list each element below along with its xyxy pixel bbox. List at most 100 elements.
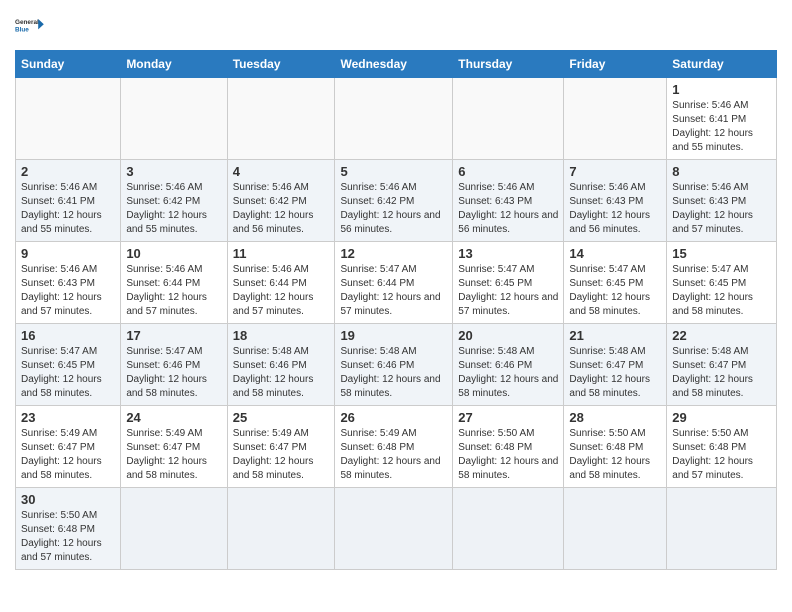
- day-sun-info: Sunrise: 5:50 AMSunset: 6:48 PMDaylight:…: [21, 509, 115, 565]
- day-number: 4: [233, 164, 330, 179]
- calendar-week-row: 16 Sunrise: 5:47 AMSunset: 6:45 PMDayligh…: [16, 324, 777, 406]
- calendar-week-row: 1 Sunrise: 5:46 AMSunset: 6:41 PMDaylight…: [16, 78, 777, 160]
- day-sun-info: Sunrise: 5:46 AMSunset: 6:41 PMDaylight:…: [672, 99, 771, 155]
- day-number: 13: [458, 246, 558, 261]
- calendar-cell: 2 Sunrise: 5:46 AMSunset: 6:41 PMDaylight…: [16, 160, 121, 242]
- calendar-cell: 4 Sunrise: 5:46 AMSunset: 6:42 PMDaylight…: [227, 160, 335, 242]
- day-sun-info: Sunrise: 5:47 AMSunset: 6:45 PMDaylight:…: [672, 263, 771, 319]
- calendar-cell: 3 Sunrise: 5:46 AMSunset: 6:42 PMDaylight…: [121, 160, 227, 242]
- calendar-cell: 6Sunrise: 5:46 AMSunset: 6:43 PMDaylight…: [453, 160, 564, 242]
- day-number: 8: [672, 164, 771, 179]
- day-sun-info: Sunrise: 5:47 AMSunset: 6:46 PMDaylight:…: [126, 345, 221, 401]
- day-sun-info: Sunrise: 5:49 AMSunset: 6:48 PMDaylight:…: [340, 427, 447, 483]
- day-number: 28: [569, 410, 661, 425]
- day-number: 22: [672, 328, 771, 343]
- day-sun-info: Sunrise: 5:48 AMSunset: 6:47 PMDaylight:…: [672, 345, 771, 401]
- day-number: 2: [21, 164, 115, 179]
- day-sun-info: Sunrise: 5:49 AMSunset: 6:47 PMDaylight:…: [233, 427, 330, 483]
- calendar-cell: 5 Sunrise: 5:46 AMSunset: 6:42 PMDaylight…: [335, 160, 453, 242]
- calendar-cell: 12 Sunrise: 5:47 AMSunset: 6:44 PMDayligh…: [335, 242, 453, 324]
- calendar-cell: 19 Sunrise: 5:48 AMSunset: 6:46 PMDayligh…: [335, 324, 453, 406]
- day-number: 6: [458, 164, 558, 179]
- svg-text:Blue: Blue: [15, 26, 29, 33]
- day-number: 19: [340, 328, 447, 343]
- day-sun-info: Sunrise: 5:47 AMSunset: 6:44 PMDaylight:…: [340, 263, 447, 319]
- day-number: 15: [672, 246, 771, 261]
- calendar-cell: 30Sunrise: 5:50 AMSunset: 6:48 PMDayligh…: [16, 488, 121, 570]
- calendar-week-row: 9 Sunrise: 5:46 AMSunset: 6:43 PMDaylight…: [16, 242, 777, 324]
- day-number: 21: [569, 328, 661, 343]
- day-number: 20: [458, 328, 558, 343]
- calendar-cell: 11 Sunrise: 5:46 AMSunset: 6:44 PMDayligh…: [227, 242, 335, 324]
- calendar-cell: [667, 488, 777, 570]
- day-number: 3: [126, 164, 221, 179]
- calendar-cell: 10Sunrise: 5:46 AMSunset: 6:44 PMDayligh…: [121, 242, 227, 324]
- day-sun-info: Sunrise: 5:48 AMSunset: 6:46 PMDaylight:…: [340, 345, 447, 401]
- calendar-cell: 29 Sunrise: 5:50 AMSunset: 6:48 PMDayligh…: [667, 406, 777, 488]
- day-number: 26: [340, 410, 447, 425]
- day-number: 5: [340, 164, 447, 179]
- calendar-cell: [227, 78, 335, 160]
- day-number: 16: [21, 328, 115, 343]
- day-sun-info: Sunrise: 5:46 AMSunset: 6:42 PMDaylight:…: [340, 181, 447, 237]
- calendar-cell: 1 Sunrise: 5:46 AMSunset: 6:41 PMDaylight…: [667, 78, 777, 160]
- day-sun-info: Sunrise: 5:48 AMSunset: 6:46 PMDaylight:…: [233, 345, 330, 401]
- day-header-wednesday: Wednesday: [335, 51, 453, 78]
- day-sun-info: Sunrise: 5:50 AMSunset: 6:48 PMDaylight:…: [569, 427, 661, 483]
- day-number: 11: [233, 246, 330, 261]
- day-number: 18: [233, 328, 330, 343]
- day-number: 14: [569, 246, 661, 261]
- calendar-cell: 24Sunrise: 5:49 AMSunset: 6:47 PMDayligh…: [121, 406, 227, 488]
- calendar-cell: 17Sunrise: 5:47 AMSunset: 6:46 PMDayligh…: [121, 324, 227, 406]
- calendar-cell: 7Sunrise: 5:46 AMSunset: 6:43 PMDaylight…: [564, 160, 667, 242]
- calendar-cell: 27 Sunrise: 5:50 AMSunset: 6:48 PMDayligh…: [453, 406, 564, 488]
- day-header-thursday: Thursday: [453, 51, 564, 78]
- day-sun-info: Sunrise: 5:46 AMSunset: 6:43 PMDaylight:…: [672, 181, 771, 237]
- day-sun-info: Sunrise: 5:48 AMSunset: 6:46 PMDaylight:…: [458, 345, 558, 401]
- day-sun-info: Sunrise: 5:47 AMSunset: 6:45 PMDaylight:…: [458, 263, 558, 319]
- day-sun-info: Sunrise: 5:46 AMSunset: 6:42 PMDaylight:…: [233, 181, 330, 237]
- calendar-cell: 13 Sunrise: 5:47 AMSunset: 6:45 PMDayligh…: [453, 242, 564, 324]
- calendar-cell: 22 Sunrise: 5:48 AMSunset: 6:47 PMDayligh…: [667, 324, 777, 406]
- calendar-cell: [121, 78, 227, 160]
- calendar-cell: [564, 78, 667, 160]
- day-header-tuesday: Tuesday: [227, 51, 335, 78]
- day-sun-info: Sunrise: 5:49 AMSunset: 6:47 PMDaylight:…: [21, 427, 115, 483]
- day-sun-info: Sunrise: 5:46 AMSunset: 6:43 PMDaylight:…: [21, 263, 115, 319]
- calendar-cell: 16 Sunrise: 5:47 AMSunset: 6:45 PMDayligh…: [16, 324, 121, 406]
- calendar-cell: 26 Sunrise: 5:49 AMSunset: 6:48 PMDayligh…: [335, 406, 453, 488]
- day-header-friday: Friday: [564, 51, 667, 78]
- day-number: 9: [21, 246, 115, 261]
- calendar-cell: 20 Sunrise: 5:48 AMSunset: 6:46 PMDayligh…: [453, 324, 564, 406]
- calendar-cell: 21 Sunrise: 5:48 AMSunset: 6:47 PMDayligh…: [564, 324, 667, 406]
- generalblue-logo-icon: GeneralBlue: [15, 10, 47, 42]
- calendar-week-row: 23Sunrise: 5:49 AMSunset: 6:47 PMDayligh…: [16, 406, 777, 488]
- day-sun-info: Sunrise: 5:47 AMSunset: 6:45 PMDaylight:…: [569, 263, 661, 319]
- day-number: 24: [126, 410, 221, 425]
- day-header-monday: Monday: [121, 51, 227, 78]
- day-sun-info: Sunrise: 5:48 AMSunset: 6:47 PMDaylight:…: [569, 345, 661, 401]
- calendar-table: SundayMondayTuesdayWednesdayThursdayFrid…: [15, 50, 777, 570]
- day-number: 1: [672, 82, 771, 97]
- day-header-sunday: Sunday: [16, 51, 121, 78]
- day-sun-info: Sunrise: 5:46 AMSunset: 6:43 PMDaylight:…: [569, 181, 661, 237]
- day-sun-info: Sunrise: 5:50 AMSunset: 6:48 PMDaylight:…: [672, 427, 771, 483]
- day-sun-info: Sunrise: 5:46 AMSunset: 6:42 PMDaylight:…: [126, 181, 221, 237]
- calendar-cell: [453, 488, 564, 570]
- day-number: 27: [458, 410, 558, 425]
- calendar-header-row: SundayMondayTuesdayWednesdayThursdayFrid…: [16, 51, 777, 78]
- day-sun-info: Sunrise: 5:46 AMSunset: 6:41 PMDaylight:…: [21, 181, 115, 237]
- header: GeneralBlue: [15, 10, 777, 42]
- day-sun-info: Sunrise: 5:50 AMSunset: 6:48 PMDaylight:…: [458, 427, 558, 483]
- day-sun-info: Sunrise: 5:46 AMSunset: 6:44 PMDaylight:…: [233, 263, 330, 319]
- day-number: 12: [340, 246, 447, 261]
- calendar-cell: 15 Sunrise: 5:47 AMSunset: 6:45 PMDayligh…: [667, 242, 777, 324]
- calendar-cell: [335, 78, 453, 160]
- day-sun-info: Sunrise: 5:46 AMSunset: 6:44 PMDaylight:…: [126, 263, 221, 319]
- day-header-saturday: Saturday: [667, 51, 777, 78]
- calendar-week-row: 30Sunrise: 5:50 AMSunset: 6:48 PMDayligh…: [16, 488, 777, 570]
- day-number: 29: [672, 410, 771, 425]
- calendar-cell: 14 Sunrise: 5:47 AMSunset: 6:45 PMDayligh…: [564, 242, 667, 324]
- logo: GeneralBlue: [15, 10, 47, 42]
- day-sun-info: Sunrise: 5:47 AMSunset: 6:45 PMDaylight:…: [21, 345, 115, 401]
